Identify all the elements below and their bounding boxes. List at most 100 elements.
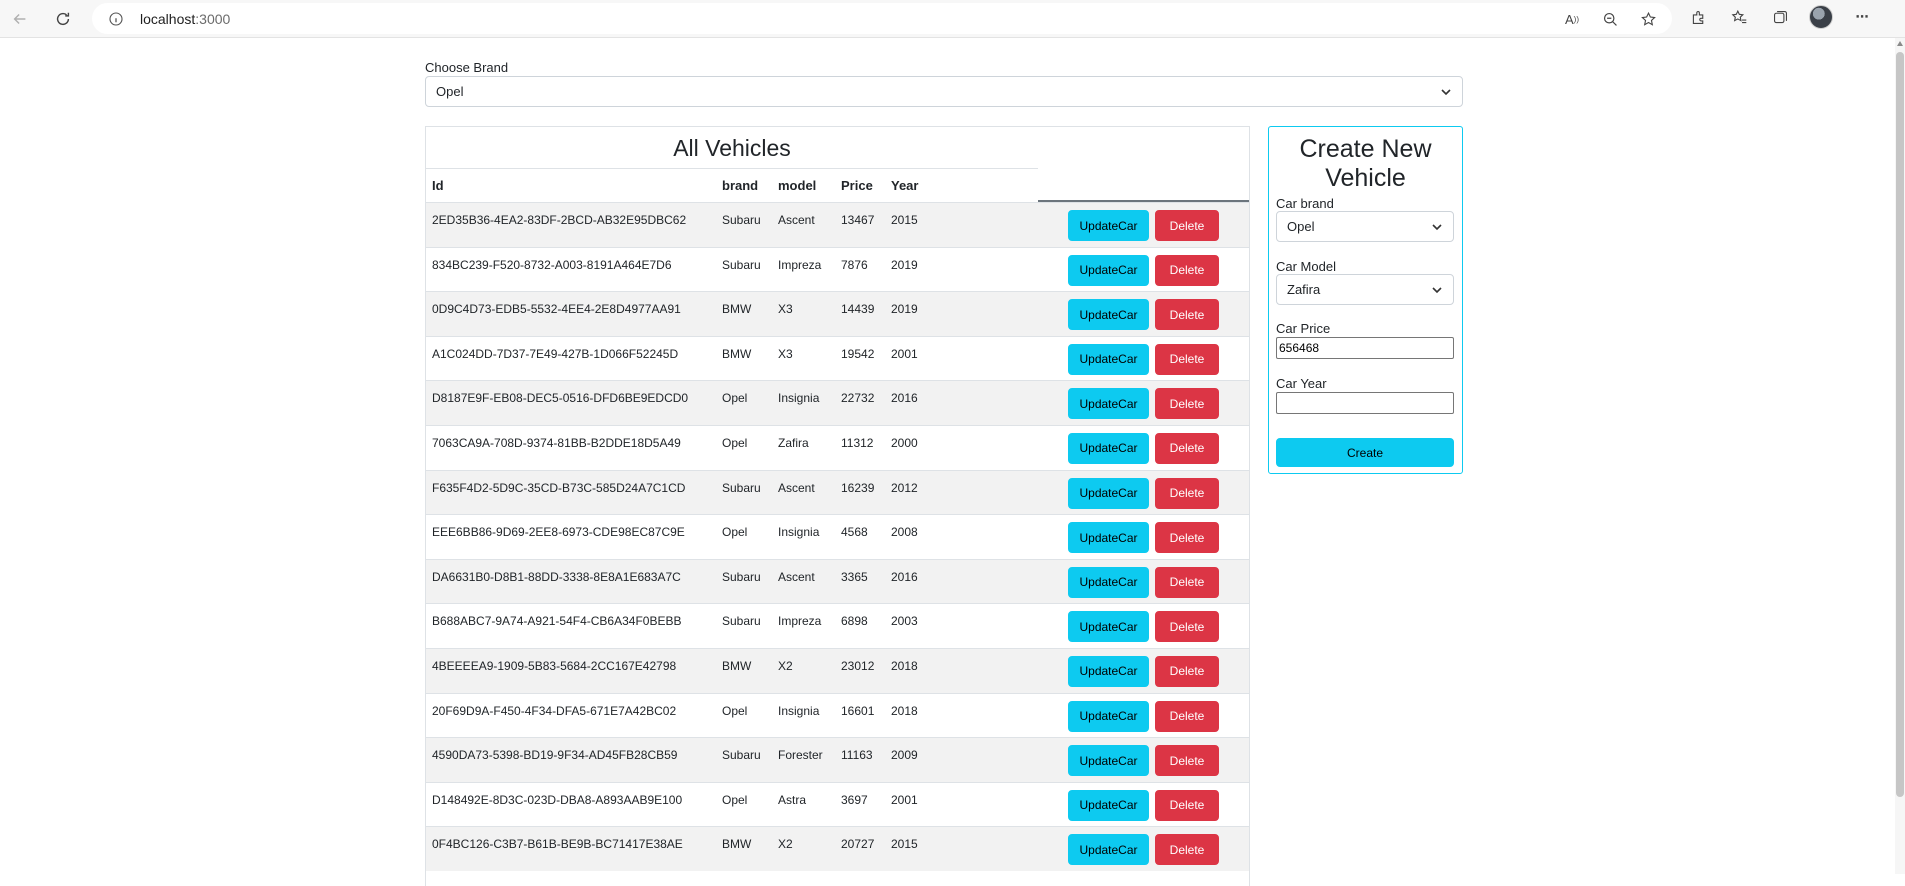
update-car-button[interactable]: UpdateCar bbox=[1068, 388, 1149, 420]
cell-price: 7876 bbox=[841, 257, 868, 272]
favorites-icon[interactable] bbox=[1727, 5, 1751, 29]
cell-id: DA6631B0-D8B1-88DD-3338-8E8A1E683A7C bbox=[432, 569, 681, 584]
cell-brand: Opel bbox=[722, 525, 748, 540]
cell-price: 16601 bbox=[841, 703, 875, 718]
browser-toolbar: localhost:3000 A)) ⋯ bbox=[0, 0, 1905, 38]
address-bar[interactable]: localhost:3000 A)) bbox=[92, 3, 1672, 34]
delete-button[interactable]: Delete bbox=[1155, 655, 1219, 687]
cell-model: Ascent bbox=[778, 480, 815, 495]
car-model-select[interactable]: Zafira bbox=[1276, 274, 1454, 305]
cell-year: 2001 bbox=[891, 792, 918, 807]
collections-icon[interactable] bbox=[1768, 5, 1792, 29]
cell-price: 19542 bbox=[841, 346, 875, 361]
update-car-button[interactable]: UpdateCar bbox=[1068, 210, 1149, 241]
cell-model: Insignia bbox=[778, 703, 820, 718]
back-icon[interactable] bbox=[5, 4, 35, 34]
cell-brand: Subaru bbox=[722, 569, 761, 584]
car-year-input[interactable] bbox=[1276, 392, 1454, 414]
extensions-icon[interactable] bbox=[1686, 5, 1710, 29]
cell-brand: Subaru bbox=[722, 257, 761, 272]
delete-button[interactable]: Delete bbox=[1155, 789, 1219, 821]
cell-id: B688ABC7-9A74-A921-54F4-CB6A34F0BEBB bbox=[432, 614, 682, 629]
more-menu-icon[interactable]: ⋯ bbox=[1850, 5, 1874, 29]
cell-year: 2015 bbox=[891, 213, 918, 227]
table-row: 0F4BC126-C3B7-B61B-BE9B-BC71417E38AE BMW X… bbox=[426, 826, 1249, 871]
delete-button[interactable]: Delete bbox=[1155, 611, 1219, 643]
update-car-button[interactable]: UpdateCar bbox=[1068, 834, 1149, 866]
update-car-button[interactable]: UpdateCar bbox=[1068, 477, 1149, 509]
cell-id: 4590DA73-5398-BD19-9F34-AD45FB28CB59 bbox=[432, 748, 678, 763]
cell-price: 23012 bbox=[841, 658, 875, 673]
column-header-year: Year bbox=[891, 178, 919, 193]
update-car-button[interactable]: UpdateCar bbox=[1068, 432, 1149, 464]
cell-price: 4568 bbox=[841, 525, 868, 540]
delete-button[interactable]: Delete bbox=[1155, 432, 1219, 464]
choose-brand-select[interactable]: Opel bbox=[425, 76, 1463, 107]
update-car-button[interactable]: UpdateCar bbox=[1068, 655, 1149, 687]
vehicles-table: All Vehicles Id brand model Price Year 2… bbox=[425, 126, 1250, 886]
delete-button[interactable]: Delete bbox=[1155, 299, 1219, 331]
delete-button[interactable]: Delete bbox=[1155, 566, 1219, 598]
cell-price: 6898 bbox=[841, 614, 868, 629]
cell-year: 2008 bbox=[891, 525, 918, 540]
column-header-brand: brand bbox=[722, 178, 759, 193]
car-brand-select[interactable]: Opel bbox=[1276, 211, 1454, 242]
cell-id: A1C024DD-7D37-7E49-427B-1D066F52245D bbox=[432, 346, 679, 361]
column-header-price: Price bbox=[841, 178, 873, 193]
update-car-button[interactable]: UpdateCar bbox=[1068, 700, 1149, 732]
delete-button[interactable]: Delete bbox=[1155, 343, 1219, 375]
update-car-button[interactable]: UpdateCar bbox=[1068, 611, 1149, 643]
update-car-button[interactable]: UpdateCar bbox=[1068, 299, 1149, 331]
car-price-input[interactable] bbox=[1276, 337, 1454, 359]
delete-button[interactable]: Delete bbox=[1155, 522, 1219, 554]
column-header-model: model bbox=[778, 178, 817, 193]
delete-button[interactable]: Delete bbox=[1155, 700, 1219, 732]
scroll-up-arrow-icon[interactable] bbox=[1897, 41, 1903, 46]
update-car-button[interactable]: UpdateCar bbox=[1068, 522, 1149, 554]
table-header: Id brand model Price Year bbox=[426, 169, 1249, 202]
delete-button[interactable]: Delete bbox=[1155, 745, 1219, 777]
car-price-label: Car Price bbox=[1276, 321, 1331, 336]
update-car-button[interactable]: UpdateCar bbox=[1068, 566, 1149, 598]
add-favorite-icon[interactable] bbox=[1636, 7, 1660, 31]
cell-model: X2 bbox=[778, 658, 793, 673]
update-car-button[interactable]: UpdateCar bbox=[1068, 254, 1149, 286]
cell-brand: BMW bbox=[722, 837, 752, 852]
read-aloud-icon[interactable]: A)) bbox=[1560, 7, 1584, 31]
table-row: 0D9C4D73-EDB5-5532-4EE4-2E8D4977AA91 BMW X… bbox=[426, 291, 1249, 336]
cell-price: 11163 bbox=[841, 748, 873, 763]
delete-button[interactable]: Delete bbox=[1155, 388, 1219, 420]
table-row: 7063CA9A-708D-9374-81BB-B2DDE18D5A49 Opel… bbox=[426, 424, 1249, 470]
cell-price: 13467 bbox=[841, 213, 875, 227]
delete-button[interactable]: Delete bbox=[1155, 254, 1219, 286]
page-scrollbar[interactable] bbox=[1895, 38, 1905, 874]
update-car-button[interactable]: UpdateCar bbox=[1068, 343, 1149, 375]
profile-avatar[interactable] bbox=[1809, 5, 1833, 29]
cell-model: Zafira bbox=[778, 435, 809, 450]
cell-model: Insignia bbox=[778, 391, 820, 406]
cell-brand: BMW bbox=[722, 658, 752, 673]
table-row: 20F69D9A-F450-4F34-DFA5-671E7A42BC02 Opel… bbox=[426, 692, 1249, 738]
update-car-button[interactable]: UpdateCar bbox=[1068, 745, 1149, 777]
info-icon[interactable] bbox=[108, 10, 126, 28]
delete-button[interactable]: Delete bbox=[1155, 834, 1219, 866]
cell-year: 2000 bbox=[891, 435, 918, 450]
url-text[interactable]: localhost:3000 bbox=[140, 11, 230, 27]
cell-price: 14439 bbox=[841, 302, 875, 317]
cell-year: 2016 bbox=[891, 569, 918, 584]
cell-id: 7063CA9A-708D-9374-81BB-B2DDE18D5A49 bbox=[432, 435, 681, 450]
table-row: F635F4D2-5D9C-35CD-B73C-585D24A7C1CD Suba… bbox=[426, 469, 1249, 515]
cell-year: 2018 bbox=[891, 703, 918, 718]
zoom-out-icon[interactable] bbox=[1598, 7, 1622, 31]
delete-button[interactable]: Delete bbox=[1155, 210, 1219, 241]
cell-year: 2018 bbox=[891, 658, 918, 673]
update-car-button[interactable]: UpdateCar bbox=[1068, 789, 1149, 821]
cell-brand: Subaru bbox=[722, 213, 761, 227]
create-vehicle-form: Create New Vehicle Car brand Opel Car Mo… bbox=[1268, 126, 1463, 474]
refresh-icon[interactable] bbox=[48, 4, 78, 34]
create-button[interactable]: Create bbox=[1276, 438, 1454, 467]
delete-button[interactable]: Delete bbox=[1155, 477, 1219, 509]
scroll-thumb[interactable] bbox=[1896, 52, 1904, 797]
cell-id: 2ED35B36-4EA2-83DF-2BCD-AB32E95DBC62 bbox=[432, 213, 687, 227]
cell-price: 20727 bbox=[841, 837, 875, 852]
